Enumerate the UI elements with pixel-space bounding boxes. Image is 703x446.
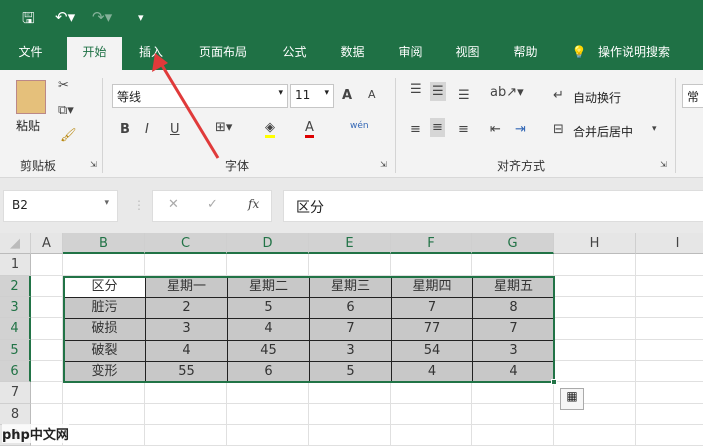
watermark: php中文网	[2, 424, 69, 443]
quick-analysis-icon[interactable]: ▦	[560, 388, 584, 410]
annotation-arrow	[152, 53, 220, 159]
